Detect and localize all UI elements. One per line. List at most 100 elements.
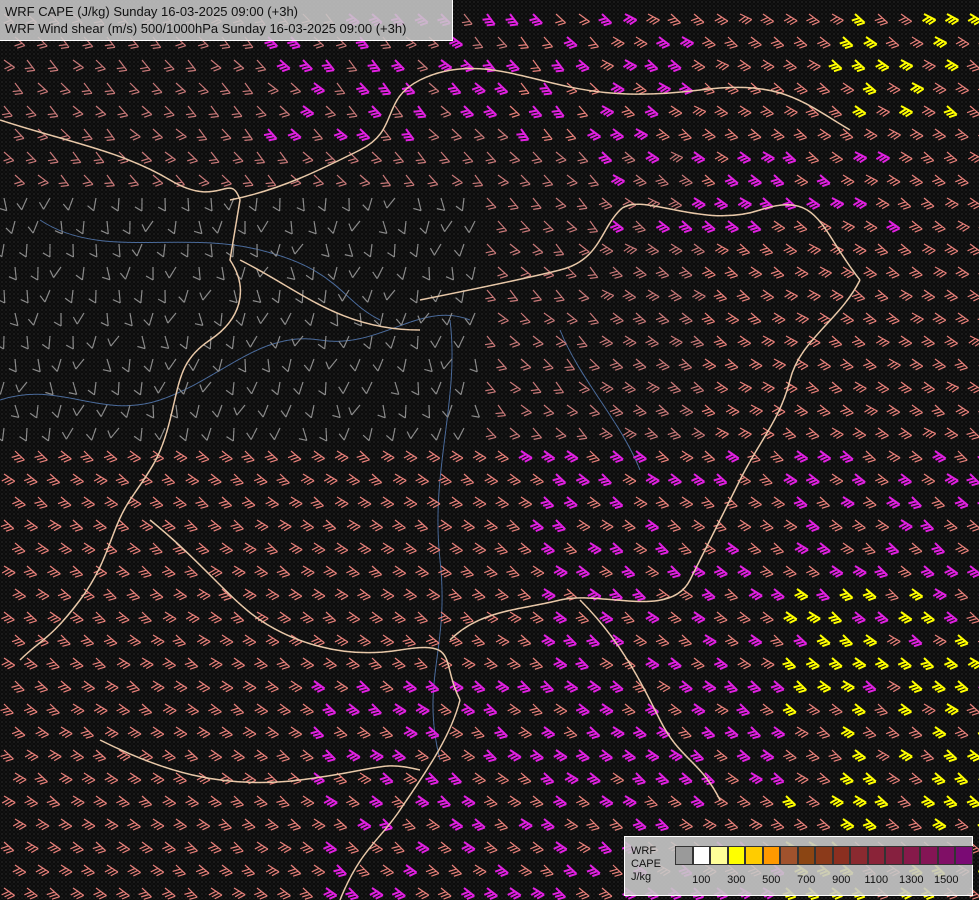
wind-barb [532, 335, 544, 348]
map-title-box: WRF CAPE (J/kg) Sunday 16-03-2025 09:00 … [0, 0, 453, 41]
wind-barb [954, 680, 969, 694]
wind-barb [380, 174, 391, 187]
wind-barb [455, 197, 465, 212]
wind-barb [644, 59, 659, 73]
wind-barb [85, 427, 97, 441]
wind-barb [724, 588, 738, 601]
wind-barb [862, 680, 877, 694]
wind-barb [645, 611, 660, 624]
wind-barb [817, 312, 832, 325]
wind-barb [143, 358, 154, 373]
wind-barb [185, 611, 200, 624]
wind-barb [47, 151, 59, 164]
wind-barb [58, 772, 73, 785]
wind-barb [506, 565, 520, 578]
wind-barb [783, 59, 797, 72]
legend-tick: 900 [832, 874, 851, 886]
wind-barb [714, 151, 729, 164]
wind-barb [461, 13, 473, 26]
wind-barb [576, 197, 588, 210]
wind-barb [310, 772, 325, 785]
wind-barb [231, 887, 246, 900]
wind-barb [622, 519, 636, 532]
wind-barb [656, 128, 670, 141]
wind-barb [1, 473, 16, 486]
wind-barb [691, 197, 706, 210]
wind-barb [529, 703, 543, 716]
wind-barb [886, 496, 901, 509]
wind-barb [909, 128, 924, 141]
wind-barb [369, 887, 384, 900]
wind-barb [436, 197, 446, 212]
wind-barb [853, 381, 867, 394]
wind-barb [437, 841, 452, 854]
wind-barb [724, 726, 739, 740]
wind-barb [496, 358, 508, 371]
river-line [432, 319, 453, 761]
wind-barb [679, 818, 693, 831]
wind-barb [334, 588, 349, 601]
wind-barb [0, 841, 15, 854]
wind-barb [898, 335, 913, 348]
wind-barb [518, 36, 529, 49]
wind-barb [898, 749, 913, 762]
wind-barb [701, 220, 716, 234]
map-area[interactable] [0, 0, 979, 900]
wind-barb [554, 289, 565, 302]
wind-barb [759, 473, 773, 486]
wind-barb [542, 36, 554, 49]
wind-barb [761, 381, 775, 393]
wind-barb [954, 496, 969, 510]
wind-barb [290, 82, 302, 95]
wind-barb [610, 772, 625, 785]
wind-barb [483, 795, 498, 808]
wind-barb [208, 611, 222, 624]
wind-barb [794, 726, 809, 739]
wind-barb [415, 841, 430, 854]
wind-barb [622, 795, 637, 808]
wind-barb [485, 289, 496, 302]
legend-title-line: WRF [631, 845, 657, 857]
wind-barb [391, 841, 405, 854]
wind-barb [403, 772, 418, 785]
wind-barb [93, 519, 107, 532]
wind-barb [863, 312, 877, 325]
wind-barb [632, 726, 647, 740]
wind-barb [469, 358, 478, 373]
wind-barb [909, 266, 923, 279]
wind-barb [587, 542, 602, 555]
wind-barb [334, 450, 349, 463]
wind-barb [449, 496, 463, 509]
wind-barb [553, 381, 565, 394]
wind-barb [760, 151, 775, 164]
wind-barb [566, 220, 578, 233]
wind-barb [219, 542, 233, 555]
wind-barb [346, 657, 360, 670]
wind-barb [851, 703, 866, 717]
wind-barb [886, 680, 901, 693]
wind-barb [517, 588, 532, 601]
wind-barb [530, 841, 544, 854]
wind-barb [288, 680, 303, 693]
river-line [559, 329, 641, 471]
wind-barb [213, 312, 223, 327]
wind-barb [311, 450, 325, 463]
wind-barb [195, 542, 210, 555]
wind-barb [308, 220, 317, 235]
wind-barb [369, 749, 384, 762]
wind-barb [967, 381, 979, 394]
wind-barb [840, 726, 855, 739]
wind-barb [35, 726, 49, 739]
wind-barb [448, 772, 462, 786]
wind-barb [863, 266, 877, 279]
wind-barb [333, 726, 348, 739]
wind-barb [576, 427, 588, 440]
wind-barb [793, 496, 808, 510]
wind-barb [81, 864, 95, 877]
wind-barb [359, 174, 371, 187]
wind-barb [356, 864, 370, 877]
wind-barb [62, 197, 74, 211]
wind-barb [555, 13, 567, 26]
wind-barb [334, 542, 349, 555]
wind-barb [116, 887, 130, 900]
